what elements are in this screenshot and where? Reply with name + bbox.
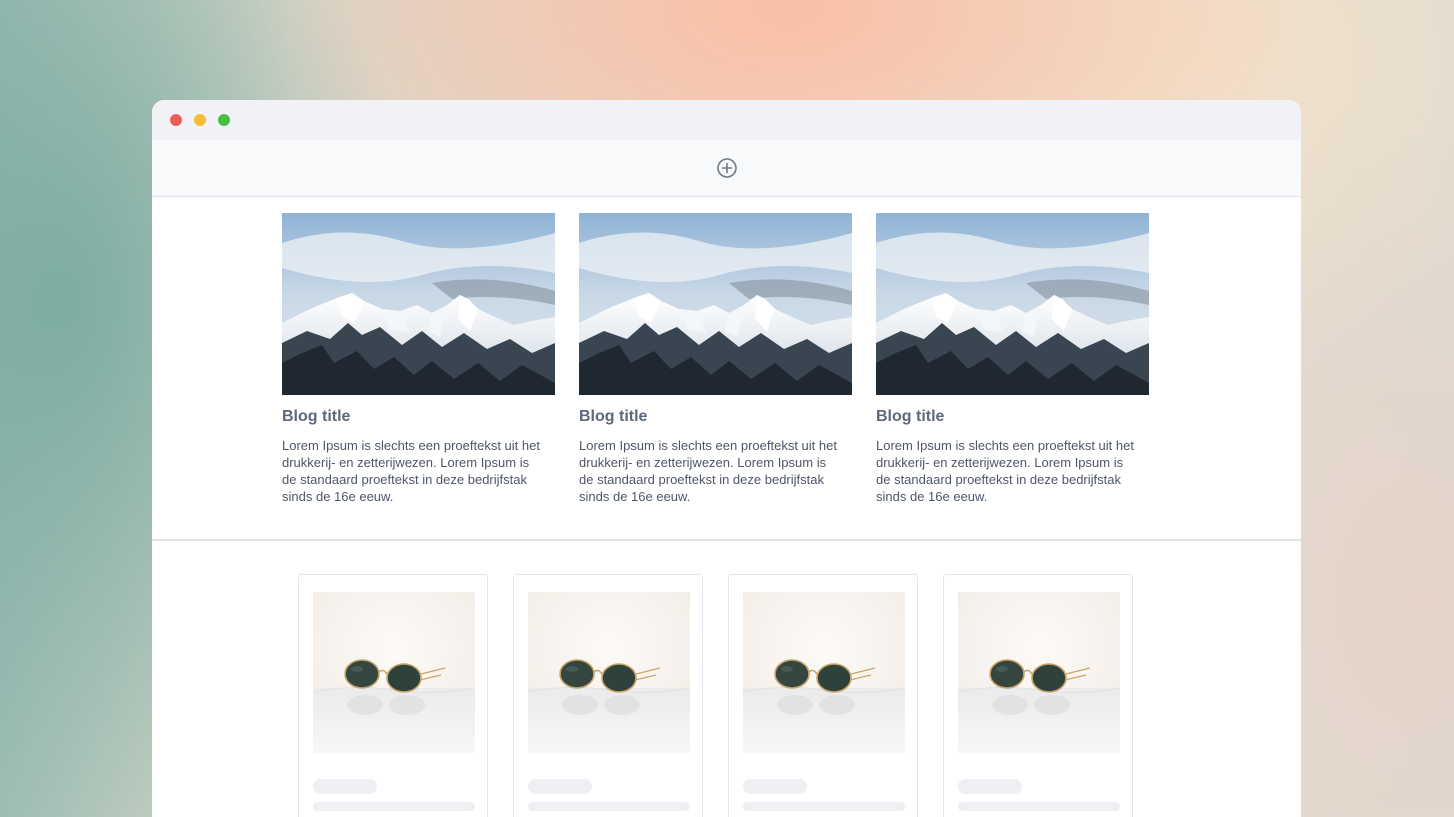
plus-circle-icon bbox=[716, 158, 737, 178]
skeleton-line bbox=[743, 802, 905, 811]
blog-section: Blog title Lorem Ipsum is slechts een pr… bbox=[152, 197, 1301, 541]
product-card[interactable] bbox=[728, 574, 918, 817]
blog-title: Blog title bbox=[579, 408, 648, 425]
blog-title: Blog title bbox=[282, 408, 351, 425]
skeleton-line bbox=[528, 802, 690, 811]
skeleton-title bbox=[743, 779, 807, 794]
minimize-window-button[interactable] bbox=[194, 114, 206, 126]
close-window-button[interactable] bbox=[170, 114, 182, 126]
blog-card[interactable]: Blog title Lorem Ipsum is slechts een pr… bbox=[282, 213, 555, 505]
sunglasses-image bbox=[958, 592, 1120, 753]
product-card[interactable] bbox=[513, 574, 703, 817]
product-card[interactable] bbox=[943, 574, 1133, 817]
blog-excerpt: Lorem Ipsum is slechts een proeftekst ui… bbox=[876, 438, 1134, 504]
skeleton-line bbox=[313, 802, 475, 811]
sunglasses-image bbox=[528, 592, 690, 753]
skeleton-line bbox=[958, 802, 1120, 811]
browser-window: Blog title Lorem Ipsum is slechts een pr… bbox=[152, 100, 1301, 817]
blog-excerpt: Lorem Ipsum is slechts een proeftekst ui… bbox=[579, 438, 837, 504]
sunglasses-image bbox=[313, 592, 475, 753]
skeleton-title bbox=[528, 779, 592, 794]
editor-toolbar bbox=[152, 140, 1301, 197]
skeleton-title bbox=[313, 779, 377, 794]
window-titlebar bbox=[152, 100, 1301, 140]
blog-excerpt: Lorem Ipsum is slechts een proeftekst ui… bbox=[282, 438, 540, 504]
blog-card[interactable]: Blog title Lorem Ipsum is slechts een pr… bbox=[876, 213, 1149, 505]
skeleton-title bbox=[958, 779, 1022, 794]
mountain-image bbox=[282, 213, 555, 395]
product-card[interactable] bbox=[298, 574, 488, 817]
product-section bbox=[152, 541, 1301, 817]
add-block-button[interactable] bbox=[716, 157, 738, 179]
mountain-image bbox=[876, 213, 1149, 395]
mountain-image bbox=[579, 213, 852, 395]
sunglasses-image bbox=[743, 592, 905, 753]
maximize-window-button[interactable] bbox=[218, 114, 230, 126]
blog-title: Blog title bbox=[876, 408, 945, 425]
blog-card[interactable]: Blog title Lorem Ipsum is slechts een pr… bbox=[579, 213, 852, 505]
